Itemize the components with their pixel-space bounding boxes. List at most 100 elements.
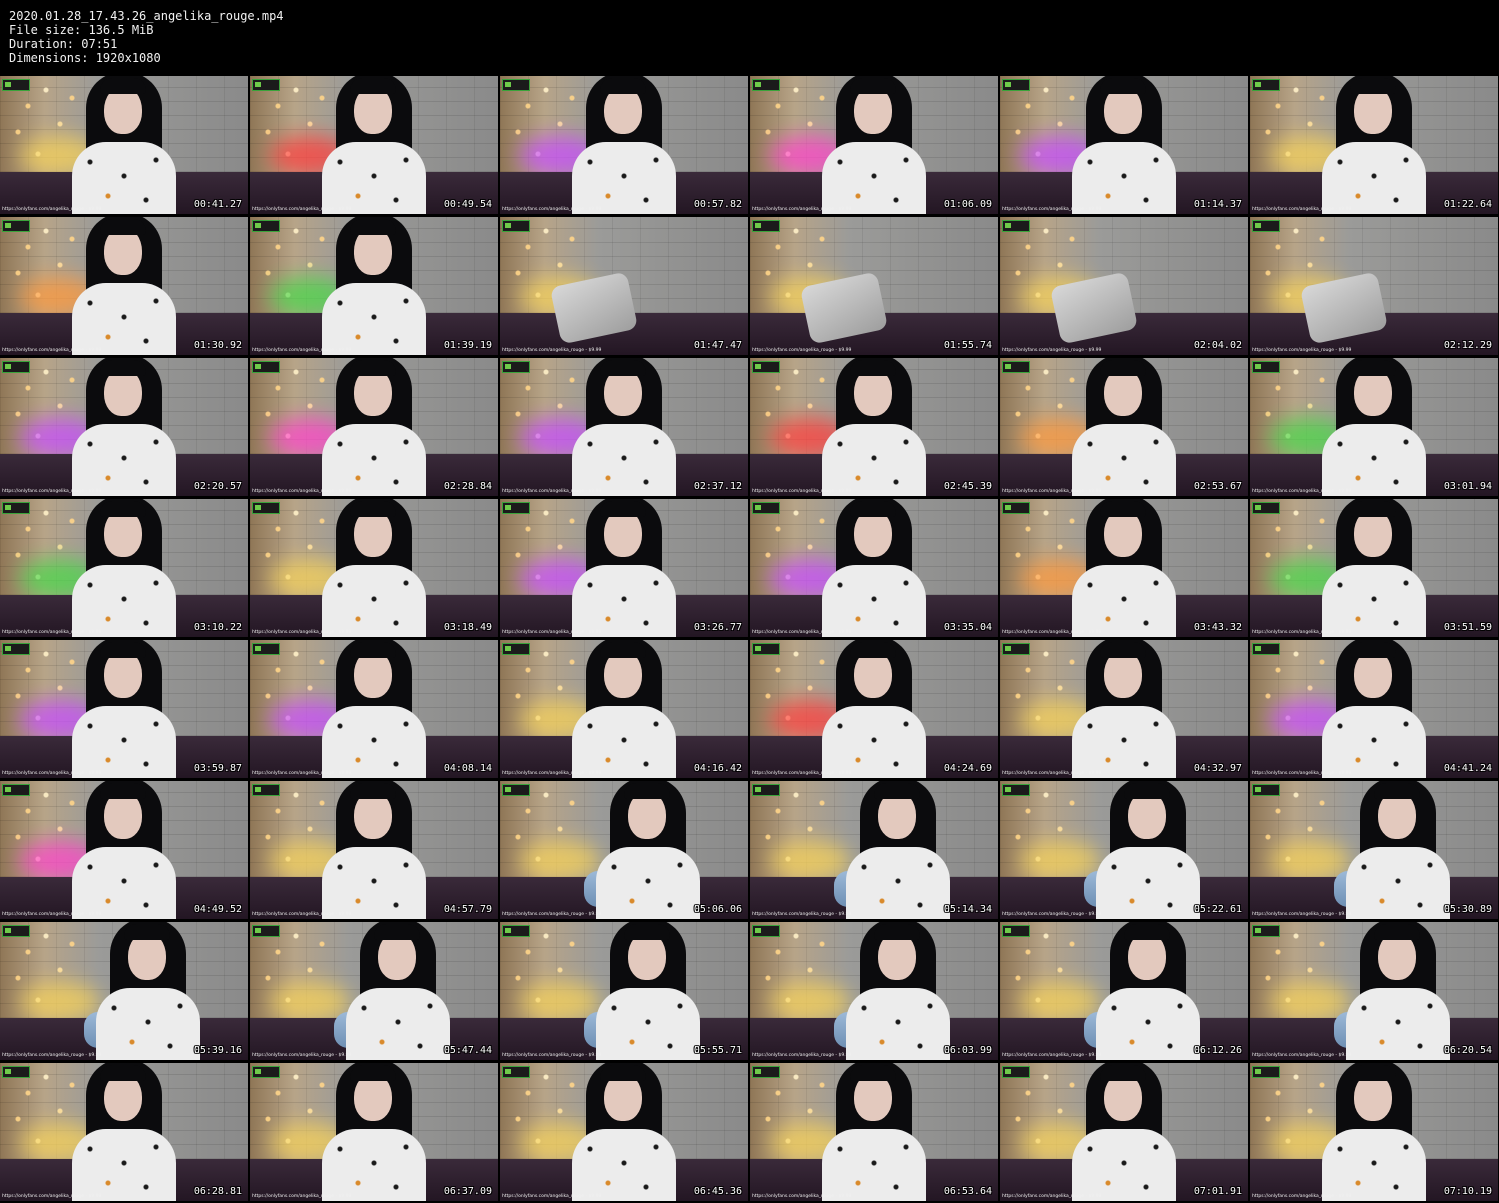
video-thumbnail: https://onlyfans.com/angelika_rouge - $9… (1250, 781, 1498, 919)
person-figure (64, 1063, 184, 1201)
site-logo-icon (1002, 643, 1030, 655)
bangs (350, 783, 396, 799)
watermark-url: https://onlyfans.com/angelika_rouge - $9… (502, 207, 602, 212)
site-logo-icon (252, 643, 280, 655)
patterned-shirt (72, 424, 176, 496)
video-thumbnail: https://onlyfans.com/angelika_rouge - $9… (750, 781, 998, 919)
site-logo-icon (1252, 784, 1280, 796)
patterned-shirt (322, 142, 426, 214)
timestamp: 04:32.97 (1193, 763, 1242, 774)
timestamp: 04:41.24 (1443, 763, 1492, 774)
file-info-header: 2020.01.28_17.43.26_angelika_rouge.mp4 Fi… (9, 9, 284, 65)
patterned-shirt (822, 424, 926, 496)
video-thumbnail: https://onlyfans.com/angelika_rouge - $9… (0, 358, 248, 496)
patterned-shirt (572, 142, 676, 214)
timestamp: 07:10.19 (1443, 1186, 1492, 1197)
patterned-shirt (322, 1129, 426, 1201)
person-figure (64, 499, 184, 637)
watermark-url: https://onlyfans.com/angelika_rouge - $9… (252, 348, 352, 353)
timestamp: 04:16.42 (693, 763, 742, 774)
timestamp: 05:55.71 (693, 1045, 742, 1056)
timestamp: 02:20.57 (193, 481, 242, 492)
timestamp: 05:30.89 (1443, 904, 1492, 915)
site-logo-icon (2, 1066, 30, 1078)
video-thumbnail: https://onlyfans.com/angelika_rouge - $9… (1250, 358, 1498, 496)
bangs (624, 924, 670, 940)
bangs (100, 501, 146, 517)
patterned-shirt (1072, 424, 1176, 496)
video-thumbnail: https://onlyfans.com/angelika_rouge - $9… (1250, 217, 1498, 355)
site-logo-icon (1252, 361, 1280, 373)
watermark-url: https://onlyfans.com/angelika_rouge - $9… (752, 489, 852, 494)
watermark-url: https://onlyfans.com/angelika_rouge - $9… (1252, 348, 1352, 353)
watermark-url: https://onlyfans.com/angelika_rouge - $9… (2, 207, 102, 212)
patterned-shirt (1346, 847, 1450, 919)
bangs (624, 783, 670, 799)
video-thumbnail: https://onlyfans.com/angelika_rouge - $9… (1000, 1063, 1248, 1201)
watermark-url: https://onlyfans.com/angelika_rouge - $9… (252, 771, 352, 776)
bangs (1100, 1065, 1146, 1081)
bangs (850, 1065, 896, 1081)
person-figure (834, 781, 958, 919)
site-logo-icon (2, 784, 30, 796)
person-figure (564, 640, 684, 778)
timestamp: 01:39.19 (443, 340, 492, 351)
patterned-shirt (822, 1129, 926, 1201)
watermark-url: https://onlyfans.com/angelika_rouge - $9… (752, 1194, 852, 1199)
site-logo-icon (2, 925, 30, 937)
bangs (350, 360, 396, 376)
site-logo-icon (502, 220, 530, 232)
bangs (1350, 78, 1396, 94)
watermark-url: https://onlyfans.com/angelika_rouge - $9… (252, 489, 352, 494)
timestamp: 02:04.02 (1193, 340, 1242, 351)
site-logo-icon (752, 784, 780, 796)
person-figure (314, 781, 434, 919)
video-thumbnail: https://onlyfans.com/angelika_rouge - $9… (0, 499, 248, 637)
bangs (1350, 1065, 1396, 1081)
video-thumbnail: https://onlyfans.com/angelika_rouge - $9… (250, 640, 498, 778)
watermark-url: https://onlyfans.com/angelika_rouge - $9… (1002, 1194, 1102, 1199)
watermark-url: https://onlyfans.com/angelika_rouge - $9… (502, 1053, 602, 1058)
site-logo-icon (252, 925, 280, 937)
person-figure (1084, 781, 1208, 919)
site-logo-icon (2, 502, 30, 514)
person-figure (84, 922, 208, 1060)
timestamp: 05:39.16 (193, 1045, 242, 1056)
patterned-shirt (72, 847, 176, 919)
watermark-url: https://onlyfans.com/angelika_rouge - $9… (2, 348, 102, 353)
person-figure (64, 640, 184, 778)
person-figure (834, 922, 958, 1060)
timestamp: 02:45.39 (943, 481, 992, 492)
bangs (600, 1065, 646, 1081)
person-figure (314, 358, 434, 496)
patterned-shirt (846, 847, 950, 919)
person-figure (334, 922, 458, 1060)
video-thumbnail: https://onlyfans.com/angelika_rouge - $9… (250, 1063, 498, 1201)
video-thumbnail: https://onlyfans.com/angelika_rouge - $9… (1000, 499, 1248, 637)
site-logo-icon (1002, 925, 1030, 937)
watermark-url: https://onlyfans.com/angelika_rouge - $9… (502, 489, 602, 494)
site-logo-icon (502, 361, 530, 373)
site-logo-icon (1252, 502, 1280, 514)
watermark-url: https://onlyfans.com/angelika_rouge - $9… (252, 1053, 352, 1058)
video-thumbnail: https://onlyfans.com/angelika_rouge - $9… (250, 76, 498, 214)
person-figure (1334, 922, 1458, 1060)
site-logo-icon (502, 643, 530, 655)
site-logo-icon (1252, 925, 1280, 937)
video-thumbnail: https://onlyfans.com/angelika_rouge - $9… (500, 358, 748, 496)
video-thumbnail: https://onlyfans.com/angelika_rouge - $9… (0, 640, 248, 778)
person-figure (1064, 1063, 1184, 1201)
bangs (1100, 78, 1146, 94)
bangs (850, 642, 896, 658)
bangs (600, 78, 646, 94)
site-logo-icon (502, 784, 530, 796)
patterned-shirt (72, 706, 176, 778)
person-figure (814, 499, 934, 637)
thumbnail-grid: https://onlyfans.com/angelika_rouge - $9… (0, 76, 1499, 1203)
person-figure (1314, 358, 1434, 496)
site-logo-icon (252, 1066, 280, 1078)
patterned-shirt (72, 283, 176, 355)
watermark-url: https://onlyfans.com/angelika_rouge - $9… (252, 912, 352, 917)
timestamp: 05:14.34 (943, 904, 992, 915)
site-logo-icon (2, 79, 30, 91)
